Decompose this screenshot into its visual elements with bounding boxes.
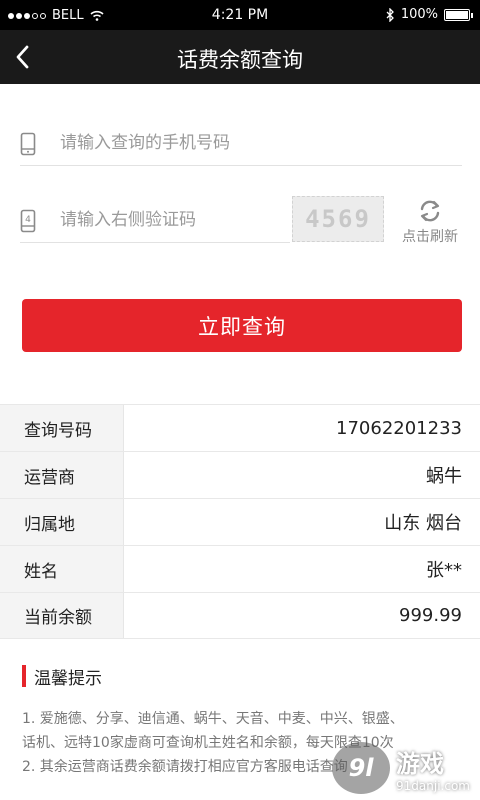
captcha-field: 4 bbox=[20, 197, 290, 243]
tips-line: 1. 爱施德、分享、迪信通、蜗牛、天音、中麦、中兴、银盛、 bbox=[22, 711, 404, 727]
row-label: 归属地 bbox=[0, 499, 124, 545]
row-value: 山东 烟台 bbox=[384, 513, 462, 534]
result-row-number: 查询号码 17062201233 bbox=[0, 404, 480, 451]
watermark-text: 游戏 91danji.com bbox=[396, 744, 470, 793]
captcha-image[interactable]: 4569 bbox=[292, 196, 384, 242]
refresh-captcha-button[interactable]: 点击刷新 bbox=[394, 196, 466, 250]
query-button[interactable]: 立即查询 bbox=[22, 299, 462, 352]
refresh-label: 点击刷新 bbox=[402, 229, 458, 245]
refresh-icon bbox=[420, 200, 440, 222]
watermark-url: 91danji.com bbox=[396, 778, 470, 793]
watermark-name: 游戏 bbox=[396, 749, 445, 778]
status-bar: BELL 4:21 PM 100% bbox=[0, 0, 480, 30]
svg-text:4: 4 bbox=[25, 215, 31, 225]
row-label: 运营商 bbox=[0, 452, 124, 498]
bluetooth-icon bbox=[386, 7, 394, 22]
tips-accent-bar bbox=[22, 665, 26, 687]
row-value: 17062201233 bbox=[336, 417, 462, 439]
row-label: 查询号码 bbox=[0, 405, 124, 451]
phone-field bbox=[20, 120, 462, 166]
phone-input[interactable] bbox=[60, 126, 458, 160]
battery-icon bbox=[444, 8, 473, 21]
result-row-location: 归属地 山东 烟台 bbox=[0, 498, 480, 545]
phone-code-icon: 4 bbox=[20, 209, 36, 233]
page-title: 话费余额查询 bbox=[177, 48, 303, 72]
battery-percent: 100% bbox=[400, 7, 438, 22]
tips-heading: 温馨提示 bbox=[22, 664, 102, 689]
watermark: 9l 游戏 91danji.com bbox=[332, 742, 470, 794]
row-value: 蜗牛 bbox=[426, 466, 462, 487]
row-value: 张** bbox=[426, 560, 462, 581]
phone-icon bbox=[20, 132, 36, 156]
row-label: 当前余额 bbox=[0, 593, 124, 638]
row-label: 姓名 bbox=[0, 546, 124, 592]
watermark-logo: 9l bbox=[332, 742, 391, 794]
result-row-operator: 运营商 蜗牛 bbox=[0, 451, 480, 498]
row-value: 999.99 bbox=[399, 605, 462, 626]
captcha-input[interactable] bbox=[60, 203, 286, 237]
result-row-balance: 当前余额 999.99 bbox=[0, 592, 480, 639]
tips-title: 温馨提示 bbox=[34, 668, 102, 689]
nav-bar: 话费余额查询 bbox=[0, 30, 480, 84]
status-right: 100% bbox=[386, 7, 473, 22]
result-row-name: 姓名 张** bbox=[0, 545, 480, 592]
result-table: 查询号码 17062201233 运营商 蜗牛 归属地 山东 烟台 姓名 张**… bbox=[0, 404, 480, 639]
